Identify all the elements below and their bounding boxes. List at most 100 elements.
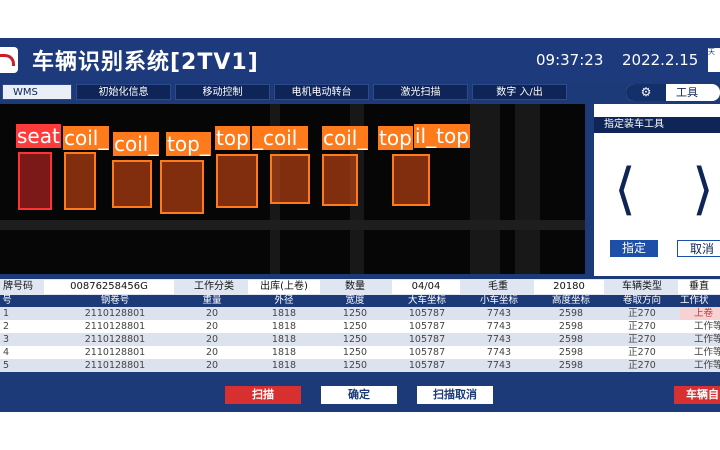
table-row[interactable]: 4 2110128801 20 1818 1250 105787 7743 25… xyxy=(0,346,720,359)
cell-crane-x: 105787 xyxy=(408,308,446,319)
detection-box-coil xyxy=(216,154,258,208)
col-header-no: 号 xyxy=(2,295,12,306)
cell-status: 上卷 xyxy=(680,307,720,320)
quantity-label: 数量 xyxy=(345,281,365,292)
col-header-crane-x: 大车坐标 xyxy=(407,295,446,306)
confirm-button[interactable]: 确定 xyxy=(321,386,397,404)
cell-weight: 20 xyxy=(205,360,219,371)
tab-move-control[interactable]: 移动控制 xyxy=(175,84,270,100)
vehicle-type-field[interactable]: 垂直 xyxy=(678,280,720,294)
tab-digital-io[interactable]: 数字 入/出 xyxy=(472,84,567,100)
cell-outer-dia: 1818 xyxy=(271,321,297,332)
scan-button[interactable]: 扫描 xyxy=(225,386,301,404)
scan-stripe xyxy=(515,104,540,274)
cell-width: 1250 xyxy=(342,360,368,371)
weight-field[interactable]: 20180 xyxy=(534,280,604,294)
cell-outer-dia: 1818 xyxy=(271,347,297,358)
detection-box-coil xyxy=(112,160,152,208)
cell-coil: 2110128801 xyxy=(84,334,146,345)
table-row[interactable]: 3 2110128801 20 1818 1250 105787 7743 25… xyxy=(0,333,720,346)
tab-wms[interactable]: WMS xyxy=(2,84,72,100)
tab-bar: WMS 初始化信息 移动控制 电机电动转台 激光扫描 数字 入/出 ⚙ 工具 xyxy=(0,82,720,102)
tools-button[interactable]: ⚙ 工具 xyxy=(626,84,720,101)
cell-width: 1250 xyxy=(342,347,368,358)
tab-init-info[interactable]: 初始化信息 xyxy=(76,84,171,100)
cell-no: 1 xyxy=(2,308,10,319)
cell-outer-dia: 1818 xyxy=(271,308,297,319)
tab-laser-scan[interactable]: 激光扫描 xyxy=(373,84,468,100)
cell-height: 2598 xyxy=(558,347,584,358)
cell-weight: 20 xyxy=(205,308,219,319)
cell-coil: 2110128801 xyxy=(84,308,146,319)
assign-button[interactable]: 指定 xyxy=(610,240,658,257)
table-header: 号 钢卷号 重量 外径 宽度 大车坐标 小车坐标 高度坐标 卷取方向 工作状 xyxy=(0,295,720,307)
cell-direction: 正270 xyxy=(628,360,656,371)
cell-height: 2598 xyxy=(558,334,584,345)
col-header-direction: 卷取方向 xyxy=(622,295,661,306)
col-header-width: 宽度 xyxy=(345,295,365,306)
detection-box-coil xyxy=(270,154,310,204)
work-type-field[interactable]: 出库(上卷) xyxy=(248,280,320,294)
col-header-status: 工作状 xyxy=(680,295,709,306)
title-bar: 车辆识别系统[2TV1] 09:37:23 2022.2.15 天 xyxy=(0,38,720,82)
cell-height: 2598 xyxy=(558,321,584,332)
clock: 09:37:23 xyxy=(536,51,604,69)
detection-label: seat xyxy=(16,124,61,148)
cell-trolley-y: 7743 xyxy=(486,347,512,358)
date: 2022.2.15 xyxy=(622,51,699,69)
scan-stripe xyxy=(470,104,500,274)
cell-outer-dia: 1818 xyxy=(271,360,297,371)
table-row[interactable]: 2 2110128801 20 1818 1250 105787 7743 25… xyxy=(0,320,720,333)
cell-status: 工作等 xyxy=(694,321,720,332)
cancel-button[interactable]: 取消 xyxy=(677,240,720,257)
cell-direction: 正270 xyxy=(628,334,656,345)
cell-crane-x: 105787 xyxy=(408,334,446,345)
table-row[interactable]: 1 2110128801 20 1818 1250 105787 7743 25… xyxy=(0,307,720,320)
plate-field[interactable]: 00876258456G xyxy=(44,280,174,294)
plate-label: 牌号码 xyxy=(3,281,33,292)
chevron-right-icon[interactable]: ⟩ xyxy=(692,162,714,218)
tab-motor-turntable[interactable]: 电机电动转台 xyxy=(274,84,369,100)
col-header-coil: 钢卷号 xyxy=(100,295,130,306)
detection-label: coil_ xyxy=(63,126,110,150)
cell-direction: 正270 xyxy=(628,321,656,332)
detection-box-coil xyxy=(64,152,96,210)
cell-trolley-y: 7743 xyxy=(486,308,512,319)
cell-trolley-y: 7743 xyxy=(486,321,512,332)
detection-box-coil xyxy=(160,160,204,214)
cell-crane-x: 105787 xyxy=(408,321,446,332)
chevron-left-icon[interactable]: ⟨ xyxy=(614,162,636,218)
weight-label: 毛重 xyxy=(488,281,508,292)
gear-icon: ⚙ xyxy=(626,84,666,101)
cell-direction: 正270 xyxy=(628,308,656,319)
work-type-label: 工作分类 xyxy=(194,281,234,292)
detection-box-coil xyxy=(392,154,430,206)
tools-label: 工具 xyxy=(676,86,698,99)
cell-no: 3 xyxy=(2,334,10,345)
vehicle-auto-button[interactable]: 车辆自 xyxy=(674,386,720,404)
vehicle-type-label: 车辆类型 xyxy=(622,281,662,292)
cell-weight: 20 xyxy=(205,321,219,332)
cell-status: 工作等 xyxy=(694,347,720,358)
cell-weight: 20 xyxy=(205,334,219,345)
table-row[interactable]: 5 2110128801 20 1818 1250 105787 7743 25… xyxy=(0,359,720,372)
detection-label: coil_ xyxy=(322,126,369,150)
cell-direction: 正270 xyxy=(628,347,656,358)
corner-badge: 天 xyxy=(708,48,720,72)
cell-no: 2 xyxy=(2,321,10,332)
cell-outer-dia: 1818 xyxy=(271,334,297,345)
cell-coil: 2110128801 xyxy=(84,321,146,332)
quantity-field[interactable]: 04/04 xyxy=(392,280,460,294)
cell-coil: 2110128801 xyxy=(84,347,146,358)
cell-width: 1250 xyxy=(342,321,368,332)
cell-width: 1250 xyxy=(342,308,368,319)
detection-box-coil xyxy=(322,154,358,206)
app-title: 车辆识别系统[2TV1] xyxy=(32,50,259,75)
detection-label: _coil_ xyxy=(252,126,309,150)
cell-weight: 20 xyxy=(205,347,219,358)
col-header-weight: 重量 xyxy=(202,295,222,306)
cell-no: 4 xyxy=(2,347,10,358)
cell-trolley-y: 7743 xyxy=(486,334,512,345)
detection-box-seat xyxy=(18,152,52,210)
scan-cancel-button[interactable]: 扫描取消 xyxy=(417,386,493,404)
